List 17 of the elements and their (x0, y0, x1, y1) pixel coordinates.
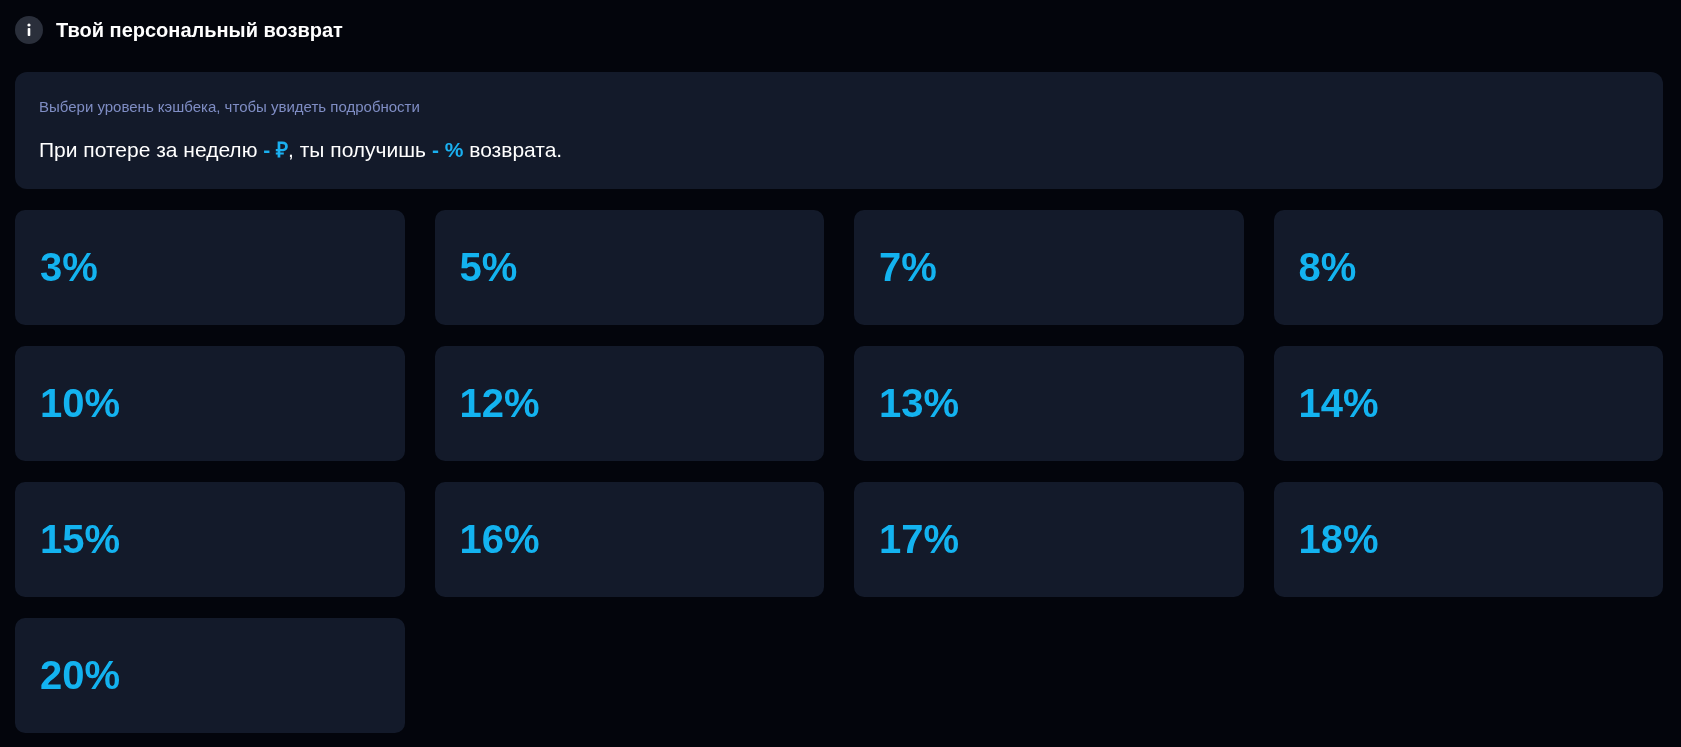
section-title: Твой персональный возврат (56, 18, 343, 42)
cashback-level-tile[interactable]: 13% (854, 346, 1244, 461)
info-icon[interactable] (15, 16, 43, 44)
cashback-level-tile[interactable]: 10% (15, 346, 405, 461)
cashback-level-tile[interactable]: 14% (1273, 346, 1663, 461)
cashback-level-tile[interactable]: 18% (1273, 482, 1663, 597)
cashback-level-tile[interactable]: 3% (15, 210, 405, 325)
cashback-level-tile[interactable]: 15% (15, 482, 405, 597)
cashback-summary: При потере за неделю - ₽, ты получишь - % возврата. (39, 137, 564, 163)
cashback-level-tile[interactable]: 20% (15, 618, 405, 733)
cashback-level-tile[interactable]: 17% (854, 482, 1244, 597)
cashback-level-tile[interactable]: 16% (434, 482, 824, 597)
cashback-level-tile[interactable]: 12% (434, 346, 824, 461)
cashback-level-tile[interactable]: 5% (434, 210, 824, 325)
cashback-level-tile[interactable]: 7% (854, 210, 1244, 325)
hint-text: Выбери уровень кэшбека, чтобы увидеть подробности (39, 98, 421, 115)
cashback-level-tile[interactable]: 8% (1273, 210, 1663, 325)
